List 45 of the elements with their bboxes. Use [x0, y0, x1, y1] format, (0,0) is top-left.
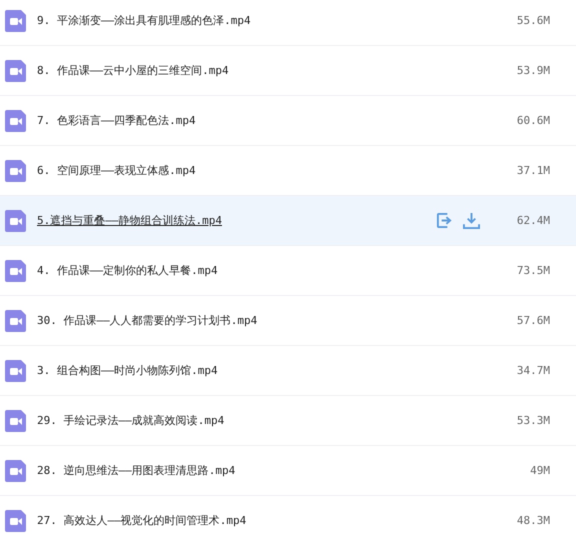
file-size: 57.6M	[516, 314, 550, 327]
download-icon[interactable]	[463, 212, 480, 229]
file-name: 4. 作品课——定制你的私人早餐.mp4	[37, 263, 219, 278]
file-name: 30. 作品课——人人都需要的学习计划书.mp4	[37, 313, 258, 328]
video-file-icon	[5, 110, 26, 132]
file-row[interactable]: 9. 平涂渐变——涂出具有肌理感的色泽.mp4 55.6M	[0, 0, 576, 46]
video-file-icon	[5, 310, 26, 332]
file-size: 48.3M	[516, 514, 550, 527]
file-size: 60.6M	[516, 114, 550, 127]
file-name: 3. 组合构图——时尚小物陈列馆.mp4	[37, 363, 219, 378]
file-name: 9. 平涂渐变——涂出具有肌理感的色泽.mp4	[37, 13, 252, 28]
file-row[interactable]: 30. 作品课——人人都需要的学习计划书.mp4 57.6M	[0, 296, 576, 346]
video-file-icon	[5, 10, 26, 32]
video-file-icon	[5, 510, 26, 532]
file-row[interactable]: 7. 色彩语言——四季配色法.mp4 60.6M	[0, 96, 576, 146]
video-file-icon	[5, 160, 26, 182]
file-size: 49M	[529, 464, 550, 477]
file-size: 53.3M	[516, 414, 550, 427]
file-name: 27. 高效达人——视觉化的时间管理术.mp4	[37, 513, 248, 528]
video-file-icon	[5, 60, 26, 82]
file-row-highlighted[interactable]: 5.遮挡与重叠——静物组合训练法.mp4 62.4M	[0, 196, 576, 246]
file-size: 34.7M	[516, 364, 550, 377]
file-name: 7. 色彩语言——四季配色法.mp4	[37, 113, 197, 128]
file-name: 6. 空间原理——表现立体感.mp4	[37, 163, 197, 178]
file-name: 28. 逆向思维法——用图表理清思路.mp4	[37, 463, 236, 478]
video-file-icon	[5, 360, 26, 382]
file-size: 62.4M	[516, 214, 550, 227]
file-row[interactable]: 3. 组合构图——时尚小物陈列馆.mp4 34.7M	[0, 346, 576, 396]
file-row[interactable]: 27. 高效达人——视觉化的时间管理术.mp4 48.3M	[0, 496, 576, 534]
file-name[interactable]: 5.遮挡与重叠——静物组合训练法.mp4	[37, 213, 426, 228]
file-name: 8. 作品课——云中小屋的三维空间.mp4	[37, 63, 230, 78]
file-row[interactable]: 28. 逆向思维法——用图表理清思路.mp4 49M	[0, 446, 576, 496]
file-name: 29. 手绘记录法——成就高效阅读.mp4	[37, 413, 226, 428]
file-size: 53.9M	[516, 64, 550, 77]
file-row[interactable]: 29. 手绘记录法——成就高效阅读.mp4 53.3M	[0, 396, 576, 446]
file-row[interactable]: 4. 作品课——定制你的私人早餐.mp4 73.5M	[0, 246, 576, 296]
video-file-icon	[5, 460, 26, 482]
file-size: 73.5M	[516, 264, 550, 277]
video-file-icon	[5, 410, 26, 432]
video-file-icon	[5, 260, 26, 282]
file-size: 55.6M	[516, 14, 550, 27]
video-file-icon	[5, 210, 26, 232]
share-icon[interactable]	[436, 212, 453, 229]
file-row[interactable]: 8. 作品课——云中小屋的三维空间.mp4 53.9M	[0, 46, 576, 96]
file-size: 37.1M	[516, 164, 550, 177]
